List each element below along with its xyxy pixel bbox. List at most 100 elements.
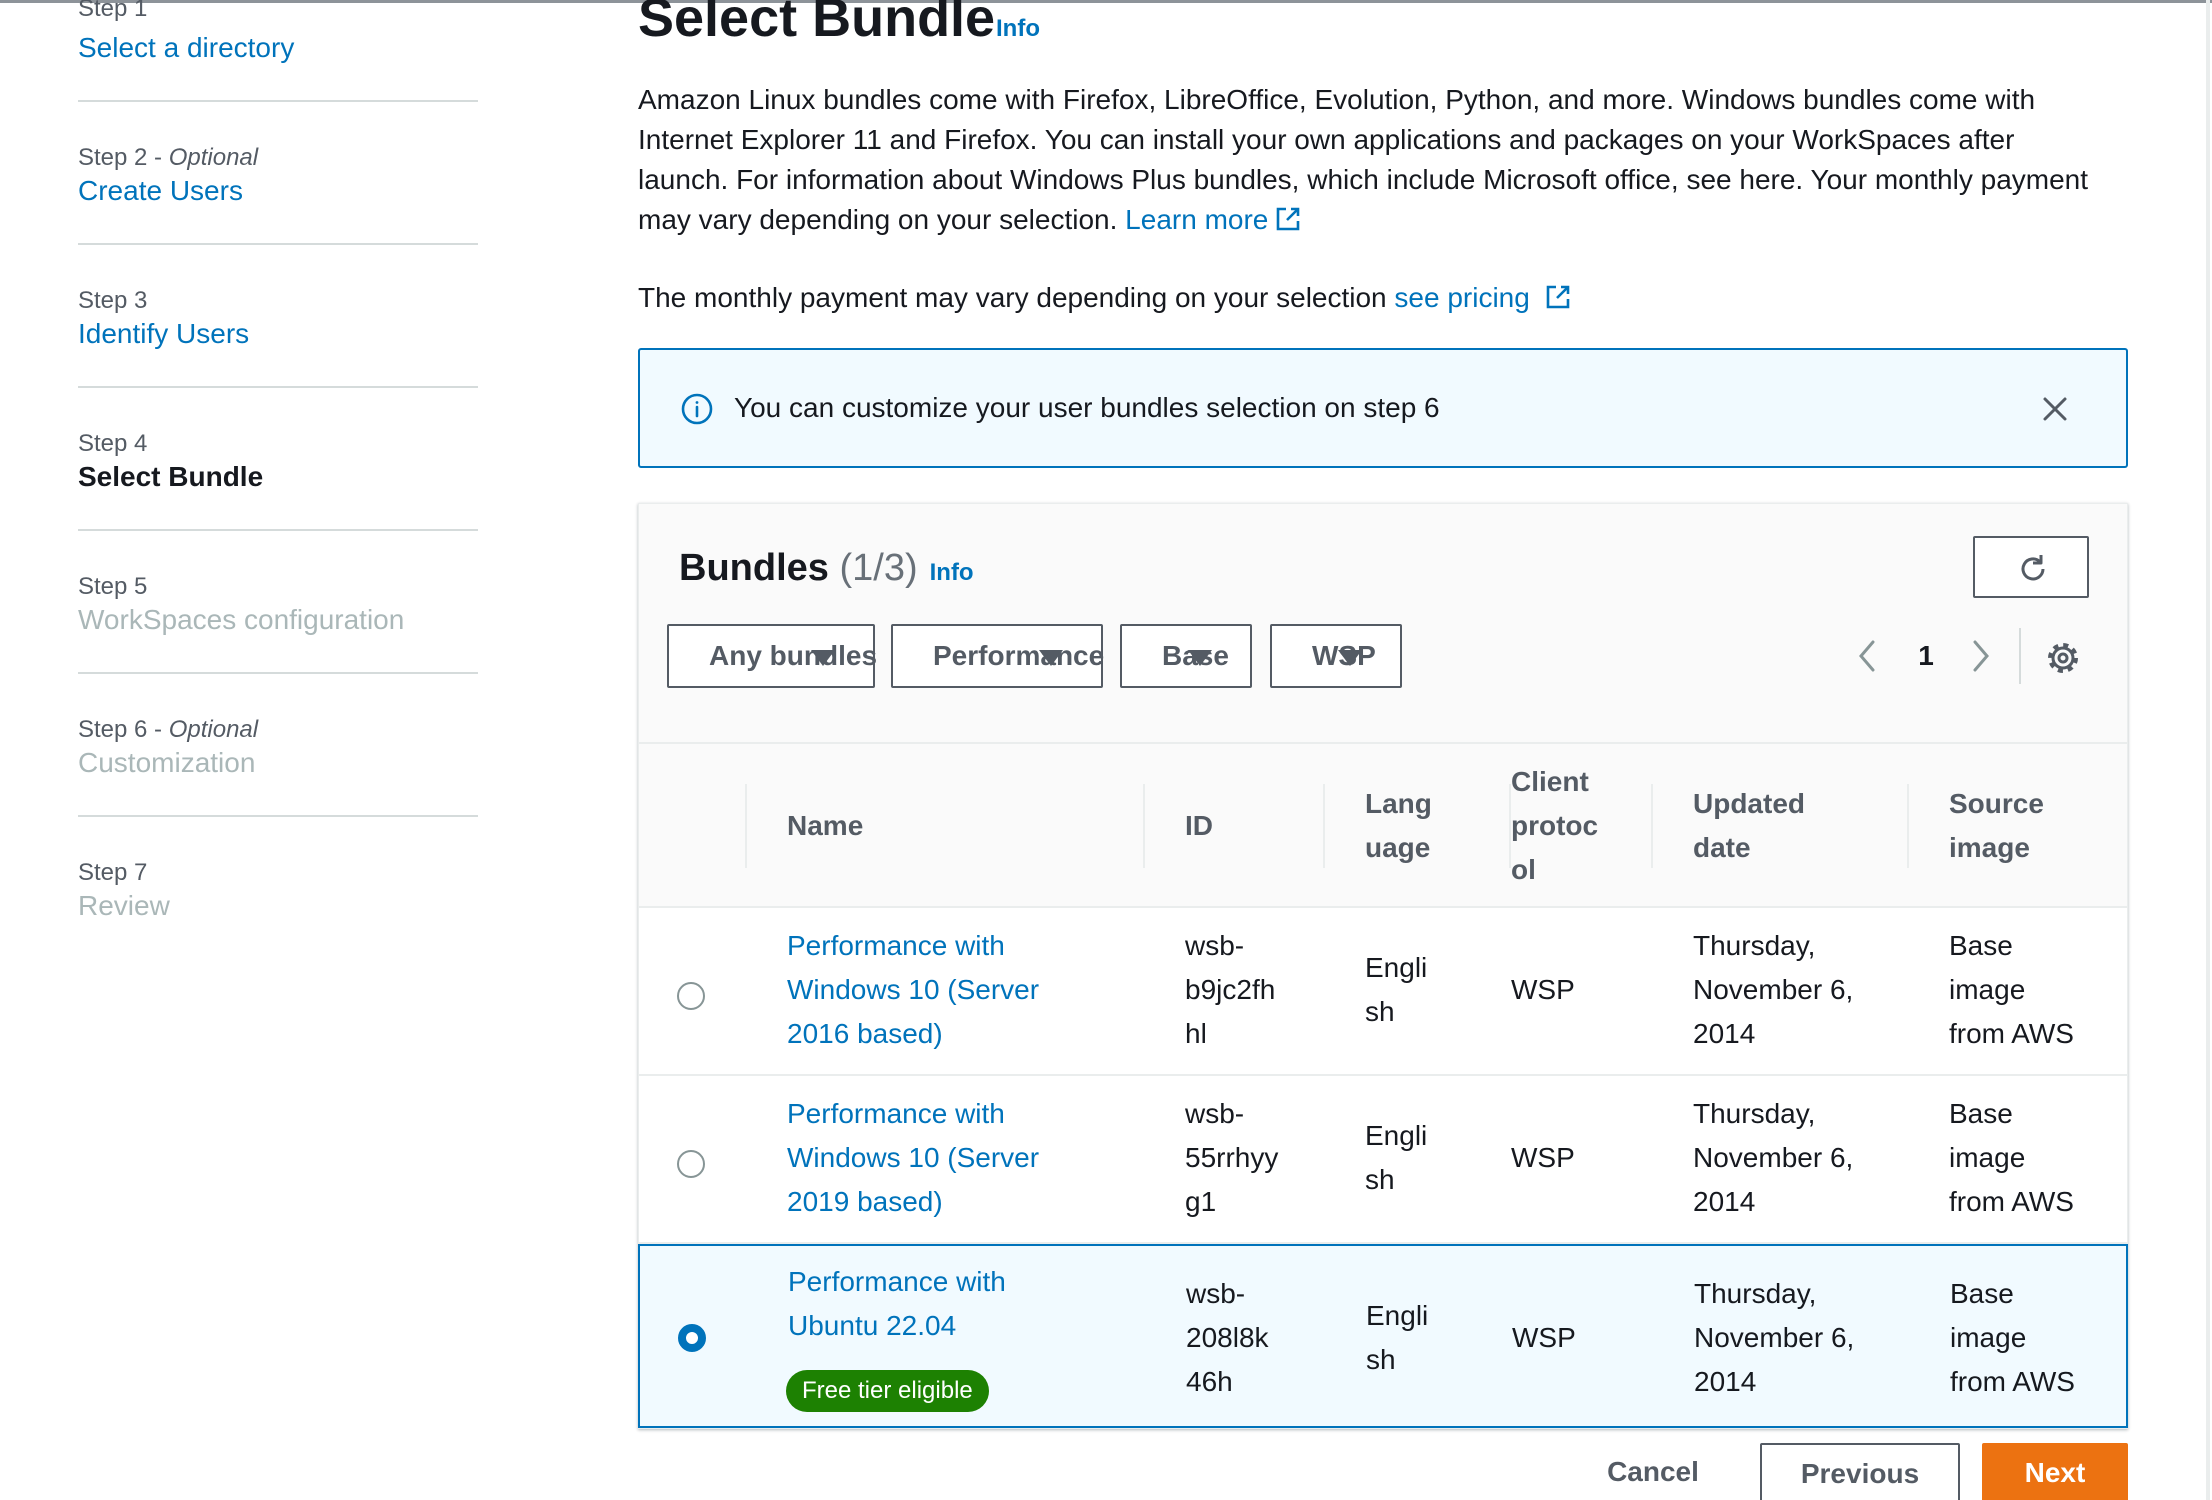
refresh-button[interactable] [1973,536,2089,598]
bundles-title-text: Bundles [679,547,829,589]
bundle-source-image: Base image from AWS [1949,930,2074,1049]
column-divider [1907,784,1909,868]
pricing-text: The monthly payment may vary depending o… [638,282,1387,313]
bundle-source-image: Base image from AWS [1950,1278,2075,1397]
free-tier-badge: Free tier eligible [786,1370,989,1412]
step-link-customization: Customization [78,747,256,778]
see-pricing-link[interactable]: see pricing [1394,282,1571,313]
column-divider [1323,784,1325,868]
row-radio[interactable] [677,982,705,1010]
bundle-protocol: WSP [1512,1322,1576,1353]
bundle-updated-date: Thursday, November 6, 2014 [1693,930,1854,1049]
bundle-updated-date: Thursday, November 6, 2014 [1693,1098,1854,1217]
title-info-link[interactable]: Info [996,14,1040,44]
step-number: Step 7 [78,859,148,886]
filter-performance[interactable]: Performance [891,624,1105,688]
bundle-id: wsb- 208l8k 46h [1186,1278,1269,1397]
see-pricing-label: see pricing [1394,282,1530,313]
info-alert: You can customize your user bundles sele… [638,348,2128,468]
page-description: Amazon Linux bundles come with Firefox, … [638,80,2098,240]
bundle-language: Engli sh [1366,1300,1429,1375]
step-number: Step 2 - Optional [78,144,259,171]
close-icon[interactable] [2038,392,2072,426]
step-divider [78,386,478,388]
column-header-updated-date[interactable]: Updated date [1693,782,1805,870]
right-edge [2206,0,2210,1500]
external-link-icon [1546,285,1570,309]
alert-message: You can customize your user bundles sele… [734,392,1440,423]
info-circle-icon [681,393,713,425]
optional-label: Optional [168,144,259,171]
column-header-id[interactable]: ID [1185,804,1213,848]
step-divider [78,100,478,102]
pagination-divider [2019,628,2021,684]
step-link-identify-users[interactable]: Identify Users [78,316,249,352]
filter-base[interactable]: Base [1120,624,1252,688]
bundles-info-link[interactable]: Info [930,559,974,586]
bundle-protocol: WSP [1511,974,1575,1005]
table-row[interactable]: Performance with Windows 10 (Server 2019… [639,1076,2127,1244]
step-link-create-users[interactable]: Create Users [78,173,243,209]
bundle-language: Engli sh [1365,952,1428,1027]
step-link-select-directory[interactable]: Select a directory [78,30,294,66]
bundle-id: wsb- b9jc2fh hl [1185,930,1276,1049]
caret-down-icon [1039,650,1063,666]
step-link-select-bundle: Select Bundle [78,461,264,492]
column-header-source-image[interactable]: Source image [1949,782,2044,870]
filter-wsp[interactable]: WSP [1270,624,1402,688]
column-header-client-protocol[interactable]: Client protoc ol [1511,760,1598,892]
filter-label: Performance [933,640,1105,671]
bundles-title: Bundles (1/3) Info [679,544,974,597]
bundle-name-link[interactable]: Performance with Windows 10 (Server 2016… [787,924,1039,1056]
row-radio-selected[interactable] [678,1324,706,1352]
bundle-name-link[interactable]: Performance with Windows 10 (Server 2019… [787,1092,1039,1224]
column-divider [1651,784,1653,868]
step-number: Step 6 - Optional [78,716,259,743]
step-number: Step 1 [78,0,148,22]
refresh-icon [2021,555,2045,581]
bundle-protocol: WSP [1511,1142,1575,1173]
step-divider [78,529,478,531]
step-number: Step 3 [78,287,148,314]
bundles-panel-header: Bundles (1/3) Info Any bundles Performanc… [639,504,2127,742]
optional-label: Optional [168,716,259,743]
learn-more-label: Learn more [1125,204,1269,235]
cancel-button[interactable]: Cancel [1588,1452,1718,1500]
step-divider [78,815,478,817]
caret-down-icon [1188,650,1212,666]
next-button[interactable]: Next [1982,1443,2128,1500]
row-radio[interactable] [677,1150,705,1178]
previous-button[interactable]: Previous [1760,1443,1960,1500]
step-number: Step 5 [78,573,148,600]
chevron-left-icon[interactable] [1853,638,1883,674]
column-header-language[interactable]: Lang uage [1365,782,1432,870]
pricing-line: The monthly payment may vary depending o… [638,278,1572,318]
description-text: Amazon Linux bundles come with Firefox, … [638,84,2089,235]
chevron-right-icon[interactable] [1965,638,1995,674]
caret-down-icon [811,650,835,666]
bundle-source-image: Base image from AWS [1949,1098,2074,1217]
column-divider [1143,784,1145,868]
caret-down-icon [1338,650,1362,666]
table-row[interactable]: Performance with Windows 10 (Server 2016… [639,908,2127,1076]
filter-label: Any bundles [709,640,878,671]
column-divider [745,784,747,868]
external-link-icon [1277,207,1300,231]
column-header-name[interactable]: Name [787,804,863,848]
bundle-id: wsb- 55rrhyy g1 [1185,1098,1279,1217]
bundles-count: (1/3) [839,547,918,589]
table-header: Name ID Lang uage Client protoc ol Updat… [639,742,2127,908]
bundle-language: Engli sh [1365,1120,1428,1195]
bundle-name-link[interactable]: Performance with Ubuntu 22.04 [788,1260,1006,1348]
filter-any-bundles[interactable]: Any bundles [667,624,878,688]
bundle-updated-date: Thursday, November 6, 2014 [1694,1278,1855,1397]
bundles-panel: Bundles (1/3) Info Any bundles Performanc… [638,503,2128,1429]
table-row-selected[interactable]: Performance with Ubuntu 22.04 Free tier … [638,1244,2128,1428]
page-title: Select Bundle [638,0,996,48]
pagination-page-1[interactable]: 1 [1911,638,1941,674]
step-divider [78,672,478,674]
learn-more-link[interactable]: Learn more [1125,204,1302,235]
gear-icon[interactable] [2045,640,2081,676]
step-link-review: Review [78,890,170,921]
step-divider [78,243,478,245]
